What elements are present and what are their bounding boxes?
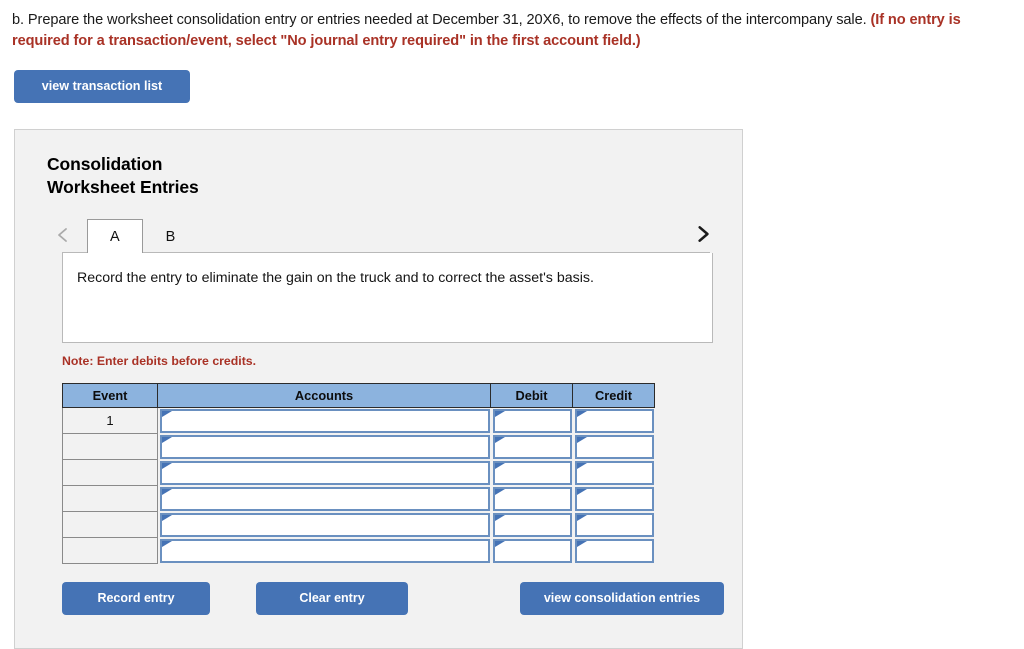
table-row <box>62 511 655 539</box>
dropdown-marker-icon <box>494 462 505 469</box>
dropdown-marker-icon <box>576 514 587 521</box>
action-button-row: Record entry Clear entry view consolidat… <box>62 582 742 616</box>
view-transaction-list-button[interactable]: view transaction list <box>14 70 190 104</box>
debit-input[interactable] <box>492 486 572 511</box>
accounts-cell <box>157 511 491 538</box>
debit-cell <box>490 459 573 486</box>
debit-cell <box>490 537 573 564</box>
tab-a[interactable]: A <box>87 218 143 254</box>
chevron-left-icon[interactable] <box>54 226 72 244</box>
credit-cell <box>572 511 655 538</box>
credit-cell <box>572 433 655 460</box>
table-row: 1 <box>62 406 655 435</box>
credit-input[interactable] <box>574 512 654 537</box>
entry-description-box: Record the entry to eliminate the gain o… <box>62 252 713 343</box>
view-consolidation-entries-button[interactable]: view consolidation entries <box>520 582 724 616</box>
record-entry-button[interactable]: Record entry <box>62 582 210 616</box>
journal-entry-table-wrapper: Event Accounts Debit Credit 1 <box>62 382 742 565</box>
debits-before-credits-note: Note: Enter debits before credits. <box>62 353 257 368</box>
table-row <box>62 537 655 565</box>
table-header-row: Event Accounts Debit Credit <box>62 382 655 408</box>
credit-input[interactable] <box>574 434 654 459</box>
column-header-debit: Debit <box>490 382 573 408</box>
column-header-event: Event <box>62 382 158 408</box>
accounts-select[interactable] <box>160 538 490 563</box>
accounts-cell <box>157 407 491 434</box>
table-row <box>62 433 655 461</box>
accounts-select[interactable] <box>160 512 490 537</box>
debit-cell <box>490 407 573 434</box>
credit-input[interactable] <box>574 460 654 485</box>
debit-input[interactable] <box>492 512 572 537</box>
event-number-cell <box>62 459 158 487</box>
debit-input[interactable] <box>492 538 572 563</box>
tab-b[interactable]: B <box>143 219 199 253</box>
tab-strip-divider <box>62 251 710 253</box>
tab-strip: A B <box>15 217 742 254</box>
event-number-cell <box>62 537 158 565</box>
debit-input[interactable] <box>492 460 572 485</box>
clear-entry-button[interactable]: Clear entry <box>256 582 408 616</box>
credit-cell <box>572 459 655 486</box>
event-number-cell <box>62 511 158 539</box>
dropdown-marker-icon <box>494 410 505 417</box>
dropdown-marker-icon <box>576 436 587 443</box>
credit-cell <box>572 407 655 434</box>
credit-cell <box>572 485 655 512</box>
dropdown-marker-icon <box>576 410 587 417</box>
question-prompt: b. Prepare the worksheet consolidation e… <box>0 0 1024 51</box>
dropdown-marker-icon <box>494 514 505 521</box>
accounts-select[interactable] <box>160 486 490 511</box>
dropdown-marker-icon <box>162 436 172 443</box>
accounts-select[interactable] <box>160 434 490 459</box>
accounts-select[interactable] <box>160 460 490 485</box>
dropdown-marker-icon <box>162 462 172 469</box>
accounts-cell <box>157 537 491 564</box>
credit-input[interactable] <box>574 538 654 563</box>
dropdown-marker-icon <box>162 410 172 417</box>
accounts-cell <box>157 459 491 486</box>
journal-entry-table: Event Accounts Debit Credit 1 <box>62 382 655 565</box>
event-number-cell <box>62 485 158 513</box>
chevron-right-icon[interactable] <box>693 224 711 242</box>
dropdown-marker-icon <box>162 540 172 547</box>
accounts-cell <box>157 433 491 460</box>
table-row <box>62 485 655 513</box>
dropdown-marker-icon <box>576 488 587 495</box>
dropdown-marker-icon <box>494 540 505 547</box>
credit-input[interactable] <box>574 486 654 511</box>
column-header-accounts: Accounts <box>157 382 491 408</box>
dropdown-marker-icon <box>162 488 172 495</box>
debit-cell <box>490 433 573 460</box>
dropdown-marker-icon <box>494 488 505 495</box>
dropdown-marker-icon <box>576 462 587 469</box>
question-text: b. Prepare the worksheet consolidation e… <box>12 12 871 28</box>
credit-cell <box>572 537 655 564</box>
dropdown-marker-icon <box>576 540 587 547</box>
event-number-cell: 1 <box>62 406 158 435</box>
consolidation-worksheet-panel: Consolidation Worksheet Entries A B Reco… <box>14 129 743 649</box>
credit-input[interactable] <box>574 408 654 433</box>
debit-cell <box>490 485 573 512</box>
toolbar: view transaction list <box>0 51 1024 104</box>
accounts-select[interactable] <box>160 408 490 433</box>
accounts-cell <box>157 485 491 512</box>
dropdown-marker-icon <box>494 436 505 443</box>
tab-list: A B <box>87 217 199 254</box>
dropdown-marker-icon <box>162 514 172 521</box>
debit-cell <box>490 511 573 538</box>
event-number-cell <box>62 433 158 461</box>
column-header-credit: Credit <box>572 382 655 408</box>
panel-title: Consolidation Worksheet Entries <box>47 154 199 198</box>
table-row <box>62 459 655 487</box>
debit-input[interactable] <box>492 434 572 459</box>
debit-input[interactable] <box>492 408 572 433</box>
